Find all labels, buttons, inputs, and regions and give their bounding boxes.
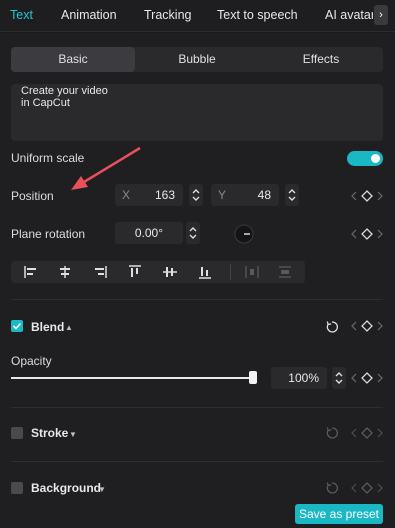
tab-text[interactable]: Text bbox=[10, 8, 33, 22]
opacity-slider-track[interactable] bbox=[11, 377, 253, 379]
rotation-keyframe-icon[interactable] bbox=[350, 227, 384, 241]
position-label: Position bbox=[11, 189, 54, 203]
align-bottom-icon[interactable] bbox=[197, 265, 213, 279]
background-reset-icon[interactable] bbox=[325, 481, 339, 495]
style-segment-control: Basic Bubble Effects bbox=[11, 47, 383, 72]
segment-bubble[interactable]: Bubble bbox=[135, 47, 259, 72]
section-divider bbox=[11, 461, 383, 462]
stroke-title: Stroke bbox=[31, 426, 69, 440]
x-axis-label: X bbox=[122, 188, 131, 202]
tab-bar: Text Animation Tracking Text to speech A… bbox=[0, 0, 395, 32]
blend-keyframe-icon[interactable] bbox=[350, 319, 384, 333]
align-right-icon[interactable] bbox=[92, 265, 108, 279]
opacity-stepper[interactable] bbox=[332, 367, 346, 389]
segment-effects[interactable]: Effects bbox=[259, 47, 383, 72]
align-top-icon[interactable] bbox=[127, 265, 143, 279]
position-x-field[interactable]: X 163 bbox=[115, 184, 183, 206]
rotation-dial-icon[interactable] bbox=[234, 224, 254, 244]
stepper-arrows-icon bbox=[189, 227, 197, 239]
stepper-arrows-icon bbox=[192, 189, 200, 201]
rotation-value: 0.00° bbox=[134, 226, 163, 240]
position-x-stepper[interactable] bbox=[189, 184, 203, 206]
align-middle-vertical-icon[interactable] bbox=[162, 265, 178, 279]
caret-down-icon[interactable]: ▼ bbox=[98, 485, 106, 494]
position-y-field[interactable]: Y 48 bbox=[211, 184, 279, 206]
tabs-scroll-right-button[interactable]: › bbox=[374, 5, 388, 25]
tab-text-to-speech[interactable]: Text to speech bbox=[217, 8, 298, 22]
caret-up-icon[interactable]: ▲ bbox=[65, 323, 73, 332]
blend-checkbox[interactable] bbox=[11, 320, 23, 332]
y-axis-label: Y bbox=[218, 188, 227, 202]
tab-ai-avatar[interactable]: AI avatar bbox=[325, 8, 373, 22]
position-keyframe-icon[interactable] bbox=[350, 189, 384, 203]
uniform-scale-toggle[interactable] bbox=[347, 151, 383, 166]
section-divider bbox=[11, 299, 383, 300]
toolbar-divider bbox=[230, 264, 231, 280]
stroke-checkbox[interactable] bbox=[11, 427, 23, 439]
save-as-preset-button[interactable]: Save as preset bbox=[295, 504, 383, 524]
background-title: Background bbox=[31, 481, 102, 495]
tab-tracking[interactable]: Tracking bbox=[144, 8, 191, 22]
position-y-value: 48 bbox=[257, 188, 271, 202]
caret-down-icon[interactable]: ▼ bbox=[69, 430, 77, 439]
rotation-field[interactable]: 0.00° bbox=[115, 222, 183, 244]
background-checkbox[interactable] bbox=[11, 482, 23, 494]
opacity-value: 100% bbox=[288, 371, 319, 385]
segment-basic[interactable]: Basic bbox=[11, 47, 135, 72]
opacity-keyframe-icon[interactable] bbox=[350, 371, 384, 385]
background-keyframe-icon[interactable] bbox=[350, 481, 384, 495]
opacity-label: Opacity bbox=[11, 354, 52, 368]
stepper-arrows-icon bbox=[335, 372, 343, 384]
text-content-input[interactable]: Create your video in CapCut bbox=[11, 84, 383, 141]
blend-reset-icon[interactable] bbox=[325, 320, 339, 334]
tab-animation[interactable]: Animation bbox=[61, 8, 117, 22]
opacity-field[interactable]: 100% bbox=[271, 367, 327, 389]
rotation-stepper[interactable] bbox=[186, 222, 200, 244]
blend-title: Blend bbox=[31, 320, 65, 334]
opacity-slider-thumb[interactable] bbox=[249, 371, 257, 384]
plane-rotation-label: Plane rotation bbox=[11, 227, 86, 241]
position-x-value: 163 bbox=[154, 188, 175, 202]
stroke-reset-icon[interactable] bbox=[325, 426, 339, 440]
stroke-keyframe-icon[interactable] bbox=[350, 426, 384, 440]
distribute-vertical-icon[interactable] bbox=[277, 265, 293, 279]
checkmark-icon bbox=[12, 322, 22, 330]
align-center-horizontal-icon[interactable] bbox=[57, 265, 73, 279]
align-left-icon[interactable] bbox=[23, 265, 39, 279]
section-divider bbox=[11, 407, 383, 408]
position-y-stepper[interactable] bbox=[285, 184, 299, 206]
alignment-toolbar bbox=[11, 261, 305, 283]
distribute-horizontal-icon[interactable] bbox=[244, 265, 260, 279]
stepper-arrows-icon bbox=[288, 189, 296, 201]
